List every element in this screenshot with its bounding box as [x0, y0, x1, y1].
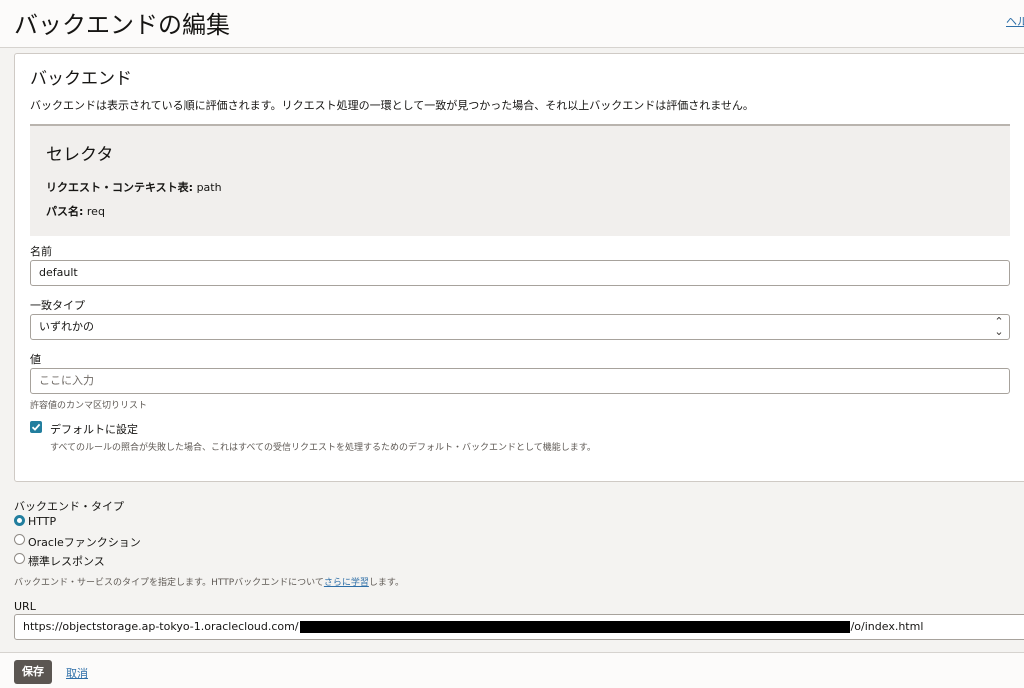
- backend-type-hint: バックエンド・サービスのタイプを指定します。HTTPバックエンドについてさらに学…: [14, 575, 404, 588]
- context-table-label: リクエスト・コンテキスト表:: [46, 181, 194, 194]
- context-table-value: path: [196, 181, 222, 194]
- radio-http-label[interactable]: HTTP: [28, 515, 56, 528]
- match-type-value: いずれかの: [39, 320, 94, 333]
- section-title: バックエンド: [30, 69, 132, 89]
- save-button[interactable]: 保存: [14, 660, 52, 684]
- values-placeholder: ここに入力: [39, 374, 94, 387]
- backend-type-label: バックエンド・タイプ: [14, 500, 124, 513]
- redacted-block: [299, 621, 850, 633]
- page-title: バックエンドの編集: [14, 11, 230, 39]
- radio-oracle-functions[interactable]: [14, 534, 25, 545]
- default-checkbox[interactable]: [30, 421, 42, 433]
- radio-oracle-functions-label[interactable]: Oracleファンクション: [28, 534, 141, 550]
- section-description: バックエンドは表示されている順に評価されます。リクエスト処理の一環として一致が見…: [30, 99, 754, 112]
- selector-title: セレクタ: [46, 145, 114, 165]
- path-name-value: req: [86, 205, 105, 218]
- checkmark-icon: [31, 423, 41, 431]
- name-label: 名前: [30, 245, 52, 258]
- url-input[interactable]: https://objectstorage.ap-tokyo-1.oraclec…: [14, 614, 1024, 640]
- match-type-label: 一致タイプ: [30, 299, 85, 312]
- selector-panel: セレクタ リクエスト・コンテキスト表: path パス名: req: [30, 124, 1010, 236]
- radio-stock-response[interactable]: [14, 553, 25, 564]
- values-hint: 許容値のカンマ区切りリスト: [30, 401, 148, 411]
- default-checkbox-hint: すべてのルールの照合が失敗した場合、これはすべての受信リクエストを処理するための…: [50, 443, 596, 453]
- path-name-row: パス名: req: [46, 203, 105, 219]
- page-header: バックエンドの編集 ヘル: [0, 0, 1024, 48]
- up-down-chevron-icon: ⌃ ⌄: [994, 315, 1004, 338]
- context-table-row: リクエスト・コンテキスト表: path: [46, 179, 222, 195]
- radio-http[interactable]: [14, 515, 25, 526]
- values-label: 値: [30, 353, 41, 366]
- backend-type-hint-suffix: します。: [368, 578, 404, 588]
- name-input[interactable]: default: [30, 260, 1010, 286]
- url-prefix: https://objectstorage.ap-tokyo-1.oraclec…: [23, 620, 299, 633]
- footer-bar: 保存 取消: [0, 652, 1024, 688]
- radio-stock-response-label[interactable]: 標準レスポンス: [28, 553, 105, 569]
- default-checkbox-label[interactable]: デフォルトに設定: [50, 421, 138, 437]
- cancel-link[interactable]: 取消: [66, 665, 88, 681]
- help-link[interactable]: ヘル: [1006, 13, 1024, 29]
- url-suffix: /o/index.html: [850, 620, 924, 633]
- backend-type-hint-text: バックエンド・サービスのタイプを指定します。HTTPバックエンドについて: [14, 578, 324, 588]
- match-type-select[interactable]: いずれかの ⌃ ⌄: [30, 314, 1010, 340]
- url-label: URL: [14, 600, 36, 613]
- path-name-label: パス名:: [46, 205, 84, 218]
- learn-more-link[interactable]: さらに学習: [324, 578, 369, 588]
- values-input[interactable]: ここに入力: [30, 368, 1010, 394]
